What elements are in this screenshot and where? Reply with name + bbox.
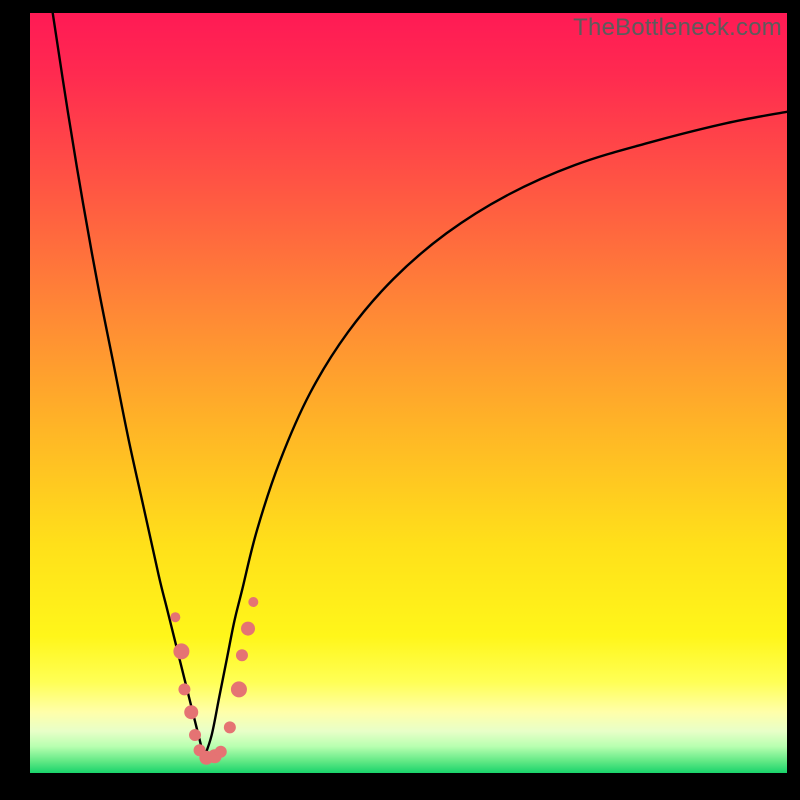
right-branch-curve xyxy=(204,112,787,758)
data-marker xyxy=(173,643,189,659)
chart-frame: TheBottleneck.com xyxy=(0,0,800,800)
marker-group xyxy=(170,597,258,765)
data-marker xyxy=(236,649,248,661)
data-marker xyxy=(231,681,247,697)
data-marker xyxy=(224,721,236,733)
data-marker xyxy=(241,622,255,636)
data-marker xyxy=(170,612,180,622)
data-marker xyxy=(215,746,227,758)
data-marker xyxy=(184,705,198,719)
data-marker xyxy=(248,597,258,607)
curves-layer xyxy=(30,13,787,773)
data-marker xyxy=(189,729,201,741)
data-marker xyxy=(178,683,190,695)
plot-area xyxy=(30,13,787,773)
